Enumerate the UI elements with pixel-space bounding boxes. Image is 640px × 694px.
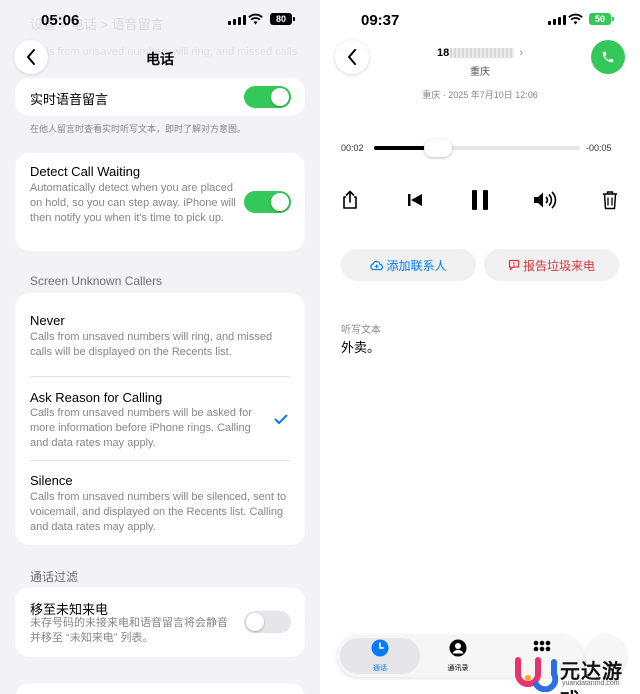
next-card [15,683,305,694]
keypad-icon [533,640,551,652]
watermark: 元达游戏 yuandatanmd.com [508,652,640,694]
call-waiting-description: Automatically detect when you are placed… [30,182,236,224]
checkmark-icon [274,414,288,424]
add-contact-label: 添加联系人 [386,258,447,273]
watermark-name: 元达游戏 [560,661,623,694]
watermark-logo [515,657,558,692]
caller-number-prefix: 18 [437,47,450,59]
option-silence[interactable]: Silence Calls from unsaved numbers will … [15,461,305,545]
cloud-add-icon [370,260,384,271]
call-waiting-row: Detect Call Waiting Automatically detect… [15,153,305,251]
live-voicemail-row: 实时语音留言 [15,78,305,116]
filter-header: 通话过滤 [30,570,79,584]
option-ask-reason[interactable]: Ask Reason for Calling Calls from unsave… [15,377,305,460]
speaker-button[interactable] [532,187,558,213]
signal-icon [228,15,246,25]
speaker-icon [534,191,557,209]
call-waiting-title: Detect Call Waiting [30,164,141,179]
status-bar: 05:06 设置 > 电话 > 语音留言 80 [0,0,320,40]
redacted-number [450,48,515,59]
screen-unknown-header: Screen Unknown Callers [30,274,163,288]
option-ask-reason-title: Ask Reason for Calling [30,390,163,405]
rewind-icon [408,194,422,206]
filter-description: 未存号码的未接来电和语音留言将会静音并移至 “未知来电” 列表。 [30,617,228,644]
battery-icon: 80 [270,13,292,25]
option-never-title: Never [30,313,65,328]
person-icon [449,639,467,657]
voicemail-meta: 重庆 · 2025 年7月10日 12:06 [422,90,538,100]
option-ask-reason-description: Calls from unsaved numbers will be asked… [30,407,252,449]
filter-row: 移至未知来电 未存号码的未接来电和语音留言将会静音并移至 “未知来电” 列表。 [15,587,305,657]
live-voicemail-footer: 在他人留言时查看实时听写文本，即时了解对方意图。 [30,124,247,134]
caller-location: 重庆 [470,67,490,78]
call-waiting-toggle[interactable] [244,191,291,213]
page-title: 电话 [146,51,174,67]
wifi-icon [568,13,583,25]
option-never-description: Calls from unsaved numbers will ring, an… [30,331,273,358]
settings-pane: 05:06 设置 > 电话 > 语音留言 80 Calls from unsav… [0,0,320,694]
filter-toggle[interactable] [244,611,291,633]
option-silence-title: Silence [30,473,73,488]
pause-icon [472,190,488,210]
share-icon [343,190,357,209]
live-voicemail-toggle[interactable] [244,86,291,108]
status-time: 09:37 [361,12,400,29]
tab-contacts-label: 通讯录 [447,665,469,672]
battery-icon: 50 [589,13,611,25]
tab-calls-label: 通话 [373,665,387,672]
trash-icon [603,191,617,210]
tab-calls[interactable]: 通话 [345,639,415,673]
live-voicemail-label: 实时语音留言 [30,92,109,107]
scrubber-thumb[interactable] [424,139,452,157]
report-icon [508,259,520,271]
report-spam-label: 报告垃圾来电 [522,258,595,273]
option-never[interactable]: Never Calls from unsaved numbers will ri… [15,293,305,376]
add-contact-button[interactable]: 添加联系人 [341,249,476,281]
wifi-icon [248,13,263,25]
report-spam-button[interactable]: 报告垃圾来电 [484,249,619,281]
status-bar: 09:37 50 [320,0,640,40]
phone-icon [602,51,614,63]
transcript-text: 外卖。 [341,340,381,355]
clock-icon [371,639,389,657]
share-button[interactable] [337,187,363,213]
playback-scrubber[interactable] [374,139,580,157]
watermark-url: yuandatanmd.com [562,680,620,687]
tab-contacts[interactable]: 通讯录 [423,639,493,673]
signal-icon [548,15,566,25]
transcript-label: 听写文本 [341,325,381,336]
screen-unknown-card: Never Calls from unsaved numbers will ri… [15,293,305,545]
delete-button[interactable] [597,187,623,213]
chevron-right-icon: › [519,47,523,59]
pause-button[interactable] [467,187,493,213]
ghost-breadcrumb: 设置 > 电话 > 语音留言 [30,17,164,32]
voicemail-detail-pane: 09:37 50 18 › 重庆 重庆 · 2025 年7月10日 12:06 … [320,0,640,694]
remaining-time: -00:05 [586,143,612,153]
rewind-button[interactable] [402,187,428,213]
elapsed-time: 00:02 [341,143,364,153]
option-silence-description: Calls from unsaved numbers will be silen… [30,491,287,533]
